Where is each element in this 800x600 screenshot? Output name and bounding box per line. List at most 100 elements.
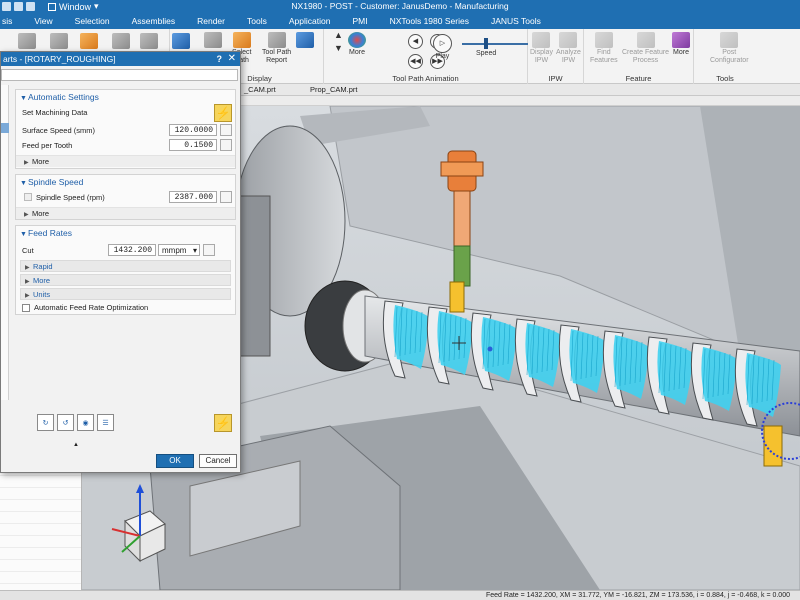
chevron-down-icon: ▾ <box>192 246 197 255</box>
post-configurator-button[interactable]: Post Configurator <box>710 32 749 64</box>
chevron-right-icon: ▶ <box>24 212 29 218</box>
menu-item-selection[interactable]: Selection <box>64 16 121 26</box>
menu-bar: sis View Selection Assemblies Render Too… <box>0 13 800 29</box>
chuck-jaw <box>239 195 271 357</box>
list-icon[interactable]: ☰ <box>97 414 114 431</box>
help-icon[interactable]: ? <box>217 52 223 66</box>
rapid-row[interactable]: ▶ Rapid <box>20 260 231 272</box>
navigator-row[interactable] <box>0 476 81 488</box>
menu-item-nxtools[interactable]: NXTools 1980 Series <box>379 16 480 26</box>
feed-rates-header[interactable]: ▼Feed Rates <box>16 226 235 240</box>
chevron-down-icon: ▼ <box>20 180 27 187</box>
navigator-row[interactable] <box>0 572 81 584</box>
group-label-tools: Tools <box>716 74 734 83</box>
down-arrow-icon[interactable]: ▼ <box>334 44 343 53</box>
calculator-icon[interactable] <box>220 139 232 151</box>
ribbon-button[interactable] <box>112 33 130 50</box>
navigator-row[interactable] <box>0 524 81 536</box>
analyze-ipw-button[interactable]: Analyze IPW <box>556 32 581 64</box>
spindle-speed-header[interactable]: ▼Spindle Speed <box>16 175 235 189</box>
chevron-down-icon: ▼ <box>20 95 27 102</box>
menu-item-view[interactable]: View <box>23 16 63 26</box>
menu-item-tools[interactable]: Tools <box>236 16 278 26</box>
set-machining-data-label: Set Machining Data <box>22 108 88 117</box>
tool-tip <box>449 281 465 313</box>
select-path-icon <box>232 32 251 48</box>
feed-per-tooth-input[interactable]: 0.1500 <box>169 139 217 151</box>
lock-icon[interactable] <box>203 244 215 256</box>
lightning-icon[interactable]: ⚡ <box>214 414 232 432</box>
spindle-speed-input[interactable]: 2387.000 <box>169 191 217 203</box>
title-bar: Window ▾ NX1980 - POST - Customer: Janus… <box>0 0 800 13</box>
feed-more-row[interactable]: ▶ More <box>20 274 231 286</box>
rewind-button[interactable]: ◀ <box>408 34 423 49</box>
navigator-row[interactable] <box>0 488 81 500</box>
chevron-right-icon: ▶ <box>25 265 30 271</box>
cancel-button[interactable]: Cancel <box>199 454 237 468</box>
back-button[interactable]: ◀◀ <box>408 54 423 69</box>
ribbon-button[interactable] <box>18 33 36 50</box>
menu-item[interactable]: sis <box>0 16 23 26</box>
lightning-icon[interactable]: ⚡ <box>214 104 232 122</box>
navigator-row[interactable] <box>0 548 81 560</box>
speed-slider[interactable] <box>462 43 528 45</box>
cut-unit-select[interactable]: mmpm ▾ <box>158 244 200 256</box>
tab-prop-cam-prt[interactable]: Prop_CAM.prt <box>310 85 358 94</box>
create-feature-process-button[interactable]: Create Feature Process <box>622 32 669 64</box>
ribbon-button[interactable] <box>50 33 68 50</box>
menu-item-janus-tools[interactable]: JANUS Tools <box>480 16 552 26</box>
expand-arrow-icon[interactable]: ▲ <box>73 442 79 448</box>
play-button[interactable]: ▷ Play <box>433 34 452 61</box>
rewind-icon: ◀ <box>408 34 423 49</box>
cube-icon <box>672 32 690 48</box>
calculator-icon[interactable] <box>220 191 232 203</box>
navigator-row[interactable] <box>0 500 81 512</box>
menu-item-render[interactable]: Render <box>186 16 236 26</box>
display-ipw-button[interactable]: Display IPW <box>530 32 553 64</box>
navigator-row[interactable] <box>0 560 81 572</box>
dialog-search-field[interactable] <box>1 69 238 81</box>
status-text: Feed Rate = 1432.200, XM = 31.772, YM = … <box>486 592 790 599</box>
group-label-animation: Tool Path Animation <box>392 74 459 83</box>
find-features-button[interactable]: Find Features <box>590 32 618 64</box>
verify-icon[interactable]: ◉ <box>77 414 94 431</box>
ribbon-button[interactable] <box>140 33 158 50</box>
ribbon-button[interactable] <box>80 33 98 50</box>
navigator-row[interactable] <box>0 536 81 548</box>
chevron-right-icon: ▶ <box>24 160 29 166</box>
speed-slider-thumb[interactable] <box>483 38 488 49</box>
replay-icon[interactable]: ↺ <box>57 414 74 431</box>
display-more-button[interactable] <box>296 32 314 49</box>
spindle-speed-more[interactable]: ▶ More <box>16 207 235 219</box>
menu-item-assemblies[interactable]: Assemblies <box>121 16 186 26</box>
tool-path-report-button[interactable]: Tool Path Report <box>262 32 291 64</box>
tool-icon <box>296 32 314 48</box>
ok-button[interactable]: OK <box>156 454 194 468</box>
tab-cam-prt[interactable]: _CAM.prt <box>244 85 276 94</box>
close-icon[interactable]: ✕ <box>228 52 236 66</box>
surface-speed-input[interactable]: 120.0000 <box>169 124 217 136</box>
menu-item-application[interactable]: Application <box>278 16 342 26</box>
configurator-icon <box>720 32 739 48</box>
toolpath-point <box>487 346 493 352</box>
automatic-settings-header[interactable]: ▼Automatic Settings <box>16 90 235 104</box>
spindle-speed-checkbox[interactable] <box>24 193 32 201</box>
units-row[interactable]: ▶ Units <box>20 288 231 300</box>
up-arrow-icon[interactable]: ▲ <box>334 31 343 40</box>
file-tab-strip: _CAM.prt Prop_CAM.prt <box>240 84 800 96</box>
eye-icon[interactable] <box>204 32 222 49</box>
generate-icon[interactable]: ↻ <box>37 414 54 431</box>
automatic-settings-more[interactable]: ▶ More <box>16 155 235 167</box>
analyze-icon <box>559 32 578 48</box>
cut-feed-input[interactable]: 1432.200 <box>108 244 156 256</box>
navigator-row[interactable] <box>0 512 81 524</box>
ribbon-group-tools: Post Configurator Tools <box>694 29 756 84</box>
feature-more-button[interactable]: More <box>672 32 690 57</box>
ribbon-button[interactable] <box>172 33 190 50</box>
report-icon <box>267 32 286 48</box>
dialog-title: arts - [ROTARY_ROUGHING] <box>1 52 240 66</box>
menu-item-pmi[interactable]: PMI <box>341 16 378 26</box>
calculator-icon[interactable] <box>220 124 232 136</box>
auto-feed-opt-checkbox[interactable] <box>22 304 30 312</box>
more-animation-button[interactable]: More <box>348 32 366 57</box>
